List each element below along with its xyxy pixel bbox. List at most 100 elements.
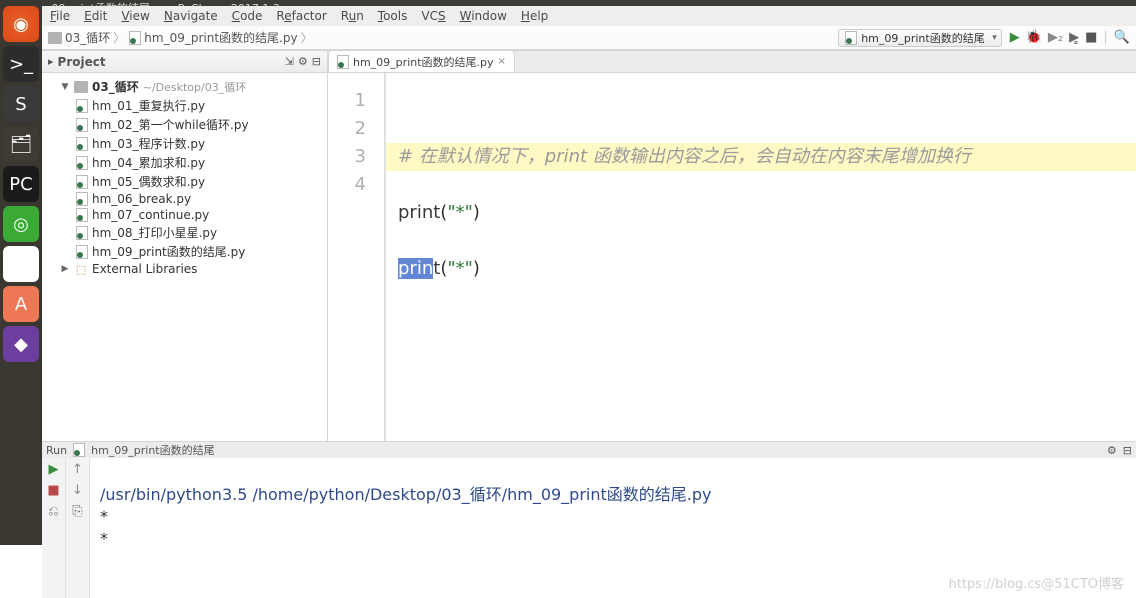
code-string: "*" xyxy=(447,258,473,279)
tree-file[interactable]: hm_06_break.py xyxy=(46,191,323,207)
editor-tabs: hm_09_print函数的结尾.py × xyxy=(328,51,1136,73)
python-file-icon xyxy=(76,245,88,259)
python-file-icon xyxy=(76,156,88,170)
tree-file[interactable]: hm_08_打印小星星.py xyxy=(46,223,323,242)
code-comment: # 在默认情况下，print 函数输出内容之后，会自动在内容末尾增加换行 xyxy=(398,146,971,167)
python-file-icon xyxy=(129,31,141,45)
code-content[interactable]: # 在默认情况下，print 函数输出内容之后，会自动在内容末尾增加换行 pri… xyxy=(386,73,1136,441)
breadcrumb-folder[interactable]: 03_循环 〉 xyxy=(48,29,125,46)
toolbar-icons: ▶ 🐞 ▶₂ ▶̻ ■ | 🔍 xyxy=(1010,30,1130,45)
external-libraries-label: External Libraries xyxy=(92,262,197,276)
run-header-config: hm_09_print函数的结尾 xyxy=(91,442,215,458)
menu-vcs[interactable]: VCS xyxy=(421,9,445,23)
toolbar: 03_循环 〉 hm_09_print函数的结尾.py 〉 hm_09_prin… xyxy=(42,26,1136,50)
folder-icon xyxy=(48,32,62,44)
debug-icon[interactable]: 🐞 xyxy=(1026,30,1042,45)
run-gutter-left: ▶ ■ ⎌ xyxy=(42,458,66,598)
code-editor[interactable]: 1 2 3 4 # 在默认情况下，print 函数输出内容之后，会自动在内容末尾… xyxy=(328,73,1136,441)
expand-icon[interactable]: ▶ xyxy=(60,264,70,274)
stop-icon[interactable]: ■ xyxy=(1085,30,1097,45)
run-header-label: Run xyxy=(46,444,67,457)
close-icon[interactable]: × xyxy=(498,56,506,67)
tree-root[interactable]: ▼ 03_循环 ~/Desktop/03_循环 xyxy=(46,77,323,96)
project-label-icon[interactable]: ▸ xyxy=(48,55,54,68)
pycharm-icon[interactable]: PC xyxy=(3,166,39,202)
menu-navigate[interactable]: Navigate xyxy=(164,9,218,23)
code-identifier: print xyxy=(398,202,440,223)
tree-file-label: hm_03_程序计数.py xyxy=(92,135,205,152)
menu-tools[interactable]: Tools xyxy=(378,9,408,23)
menu-edit[interactable]: Edit xyxy=(84,9,107,23)
terminal-icon[interactable]: >_ xyxy=(3,46,39,82)
menu-help[interactable]: Help xyxy=(521,9,548,23)
tree-file[interactable]: hm_01_重复执行.py xyxy=(46,96,323,115)
tree-file-label: hm_08_打印小星星.py xyxy=(92,224,217,241)
files-icon[interactable]: 🗂 xyxy=(3,126,39,162)
breadcrumb-separator-icon: 〉 xyxy=(113,29,125,46)
sublime-icon[interactable]: S xyxy=(3,86,39,122)
run-config-label: hm_09_print函数的结尾 xyxy=(861,30,985,46)
breadcrumb-folder-label: 03_循环 xyxy=(65,29,110,46)
expand-icon[interactable]: ▼ xyxy=(60,82,70,92)
rerun-icon[interactable]: ▶ xyxy=(49,462,59,477)
tree-file[interactable]: hm_09_print函数的结尾.py xyxy=(46,242,323,261)
anaconda-icon[interactable]: ◎ xyxy=(3,206,39,242)
software-store-icon[interactable]: A xyxy=(3,286,39,322)
breadcrumb-file[interactable]: hm_09_print函数的结尾.py 〉 xyxy=(129,29,312,46)
settings-icon[interactable]: ⚙ xyxy=(298,55,308,68)
python-file-icon xyxy=(337,55,349,69)
ubuntu-icon[interactable]: ◉ xyxy=(3,6,39,42)
project-tool-window: ▸ Project ⇲ ⚙ ⊟ ▼ 03_循环 ~/Desktop/03_循环 … xyxy=(42,51,328,441)
menu-refactor[interactable]: Refactor xyxy=(276,9,326,23)
menu-view[interactable]: View xyxy=(121,9,149,23)
tree-file-label: hm_05_偶数求和.py xyxy=(92,173,205,190)
tree-file[interactable]: hm_05_偶数求和.py xyxy=(46,172,323,191)
menu-window[interactable]: Window xyxy=(460,9,507,23)
project-header: ▸ Project ⇲ ⚙ ⊟ xyxy=(42,51,327,73)
run-icon[interactable]: ▶ xyxy=(1010,30,1020,45)
editor-tab-active[interactable]: hm_09_print函数的结尾.py × xyxy=(328,50,515,72)
up-icon[interactable]: ↑ xyxy=(72,462,83,477)
python-file-icon xyxy=(73,443,85,457)
menu-run[interactable]: Run xyxy=(341,9,364,23)
search-icon[interactable]: 🔍 xyxy=(1114,30,1130,45)
menu-code[interactable]: Code xyxy=(232,9,263,23)
breadcrumb-file-label: hm_09_print函数的结尾.py xyxy=(144,29,297,46)
python-file-icon xyxy=(76,226,88,240)
tree-file[interactable]: hm_02_第一个while循环.py xyxy=(46,115,323,134)
tree-file[interactable]: hm_03_程序计数.py xyxy=(46,134,323,153)
settings-icon[interactable]: ⚙ xyxy=(1107,444,1117,457)
chrome-icon[interactable]: ◯ xyxy=(3,246,39,282)
external-libraries[interactable]: ▶ ⬚ External Libraries xyxy=(46,261,323,277)
run-output-command: /usr/bin/python3.5 /home/python/Desktop/… xyxy=(100,485,712,504)
run-dashboard-icon[interactable]: ▶₂ xyxy=(1048,30,1063,45)
tree-file-label: hm_04_累加求和.py xyxy=(92,154,205,171)
toggle-icon[interactable]: ⎌ xyxy=(48,504,58,519)
coverage-icon[interactable]: ▶̻ xyxy=(1069,30,1079,45)
wrap-icon[interactable]: ⎘ xyxy=(72,504,82,519)
line-number: 1 xyxy=(328,87,366,115)
collapse-icon[interactable]: ⇲ xyxy=(285,55,294,68)
run-output-line: * xyxy=(100,507,108,526)
line-number: 2 xyxy=(328,115,366,143)
python-file-icon xyxy=(76,137,88,151)
project-tree[interactable]: ▼ 03_循环 ~/Desktop/03_循环 hm_01_重复执行.py hm… xyxy=(42,73,327,441)
app-icon[interactable]: ◆ xyxy=(3,326,39,362)
hide-icon[interactable]: ⊟ xyxy=(312,55,321,68)
menu-file[interactable]: File xyxy=(50,9,70,23)
tree-file[interactable]: hm_04_累加求和.py xyxy=(46,153,323,172)
down-icon[interactable]: ↓ xyxy=(72,483,83,498)
line-number: 4 xyxy=(328,171,366,199)
tree-file-label: hm_07_continue.py xyxy=(92,208,209,222)
python-file-icon xyxy=(76,175,88,189)
stop-icon[interactable]: ■ xyxy=(47,483,59,498)
tree-file[interactable]: hm_07_continue.py xyxy=(46,207,323,223)
breadcrumb: 03_循环 〉 hm_09_print函数的结尾.py 〉 xyxy=(48,29,313,46)
tree-file-label: hm_02_第一个while循环.py xyxy=(92,116,249,133)
run-output[interactable]: /usr/bin/python3.5 /home/python/Desktop/… xyxy=(90,458,1136,598)
run-config-selector[interactable]: hm_09_print函数的结尾 xyxy=(838,29,1002,47)
tree-file-label: hm_09_print函数的结尾.py xyxy=(92,243,245,260)
tree-file-label: hm_01_重复执行.py xyxy=(92,97,205,114)
hide-icon[interactable]: ⊟ xyxy=(1123,444,1132,457)
watermark: https://blog.cs@51CTO博客 xyxy=(948,574,1124,596)
